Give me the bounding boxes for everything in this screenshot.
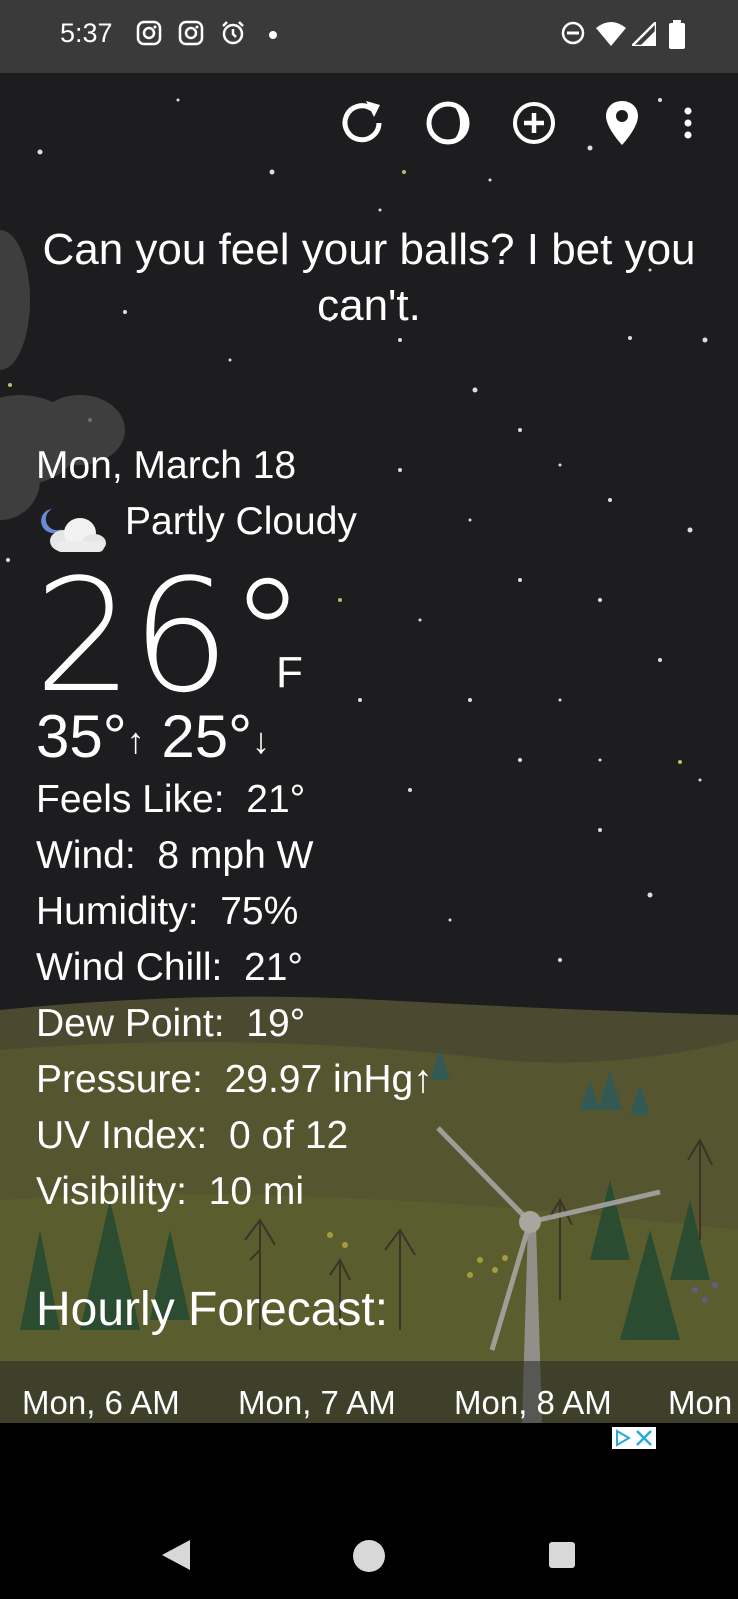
status-time: 5:37 <box>60 18 113 48</box>
instagram-icon <box>178 20 204 46</box>
detail-label: Feels Like: <box>36 778 225 821</box>
battery-icon <box>669 20 685 49</box>
wifi-icon <box>596 22 626 46</box>
detail-dew-point: Dew Point: 19° <box>36 1002 305 1046</box>
detail-value: 75% <box>220 890 299 933</box>
back-icon[interactable] <box>160 1538 192 1572</box>
detail-feels-like: Feels Like: 21° <box>36 778 305 822</box>
detail-value: 0 of 12 <box>228 1114 349 1157</box>
high-low-temperature: 35°↑ 25°↓ <box>36 702 270 776</box>
detail-label: Visibility: <box>36 1170 187 1213</box>
do-not-disturb-icon <box>561 21 585 45</box>
temperature-unit: F <box>276 648 303 697</box>
recents-icon[interactable] <box>548 1541 576 1569</box>
arrow-down-icon: ↓ <box>252 720 271 762</box>
signal-icon <box>632 22 656 46</box>
detail-label: UV Index: <box>36 1114 208 1157</box>
moon-phase-icon[interactable] <box>420 95 476 151</box>
home-icon[interactable] <box>352 1539 386 1573</box>
detail-wind-chill: Wind Chill: 21° <box>36 946 303 990</box>
dot-icon <box>269 31 277 39</box>
detail-visibility: Visibility: 10 mi <box>36 1170 304 1214</box>
hourly-item[interactable]: Mon, 6 AM <box>22 1384 180 1422</box>
hourly-forecast-title: Hourly Forecast: <box>36 1283 389 1336</box>
weather-quote: Can you feel your balls? I bet you can't… <box>42 225 696 330</box>
status-bar: 5:37 <box>0 0 738 73</box>
hourly-item[interactable]: Mon, 7 AM <box>238 1384 396 1422</box>
detail-wind: Wind: 8 mph W <box>36 834 313 878</box>
current-temperature: 26° <box>34 545 307 727</box>
refresh-icon[interactable] <box>334 95 390 151</box>
detail-value: 21° <box>244 946 304 989</box>
detail-pressure: Pressure: 29.97 inHg↑ <box>36 1058 433 1102</box>
detail-uv-index: UV Index: 0 of 12 <box>36 1114 348 1158</box>
weather-app-screen: 5:37 Can you feel your balls? I bet you … <box>0 0 738 1599</box>
more-vert-icon[interactable] <box>670 95 706 151</box>
weather-condition: Partly Cloudy <box>125 500 357 543</box>
detail-label: Wind: <box>36 834 136 877</box>
high-temperature: 35° <box>36 703 127 770</box>
hourly-item[interactable]: Mon, 8 AM <box>454 1384 612 1422</box>
low-temperature: 25° <box>161 703 253 770</box>
detail-value: 29.97 inHg↑ <box>224 1058 433 1101</box>
alarm-icon <box>222 21 244 45</box>
detail-label: Pressure: <box>36 1058 203 1101</box>
instagram-icon <box>136 20 162 46</box>
hourly-item[interactable]: Mon <box>668 1384 732 1422</box>
detail-value: 8 mph W <box>157 834 314 877</box>
detail-label: Dew Point: <box>36 1002 225 1045</box>
detail-value: 19° <box>246 1002 306 1045</box>
location-pin-icon[interactable] <box>594 95 650 151</box>
add-location-icon[interactable] <box>506 95 562 151</box>
detail-label: Humidity: <box>36 890 199 933</box>
detail-humidity: Humidity: 75% <box>36 890 298 934</box>
ad-choices-icon[interactable] <box>612 1427 656 1449</box>
detail-value: 21° <box>246 778 306 821</box>
detail-label: Wind Chill: <box>36 946 223 989</box>
detail-value: 10 mi <box>208 1170 305 1213</box>
forecast-date: Mon, March 18 <box>36 444 297 487</box>
arrow-up-icon: ↑ <box>126 720 145 762</box>
